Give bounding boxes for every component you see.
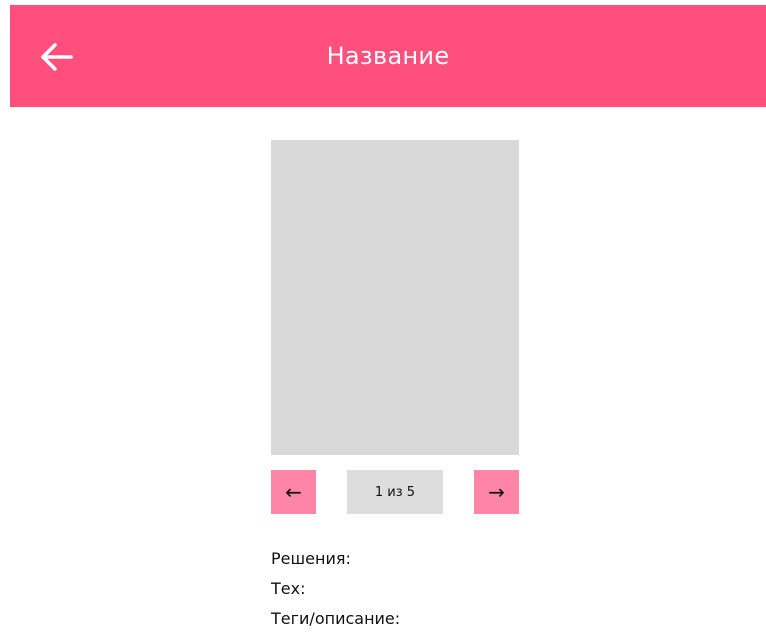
app-header: Название [10, 5, 766, 107]
image-placeholder [271, 140, 519, 455]
image-pager: ← 1 из 5 → [271, 470, 519, 514]
page-title: Название [326, 42, 450, 70]
tags-description-label: Теги/описание: [271, 609, 401, 628]
page-indicator: 1 из 5 [347, 470, 443, 514]
previous-image-button[interactable]: ← [271, 470, 316, 514]
solutions-label: Решения: [271, 549, 351, 568]
details-section: Решения: Тех: Теги/описание: [271, 544, 701, 634]
tech-label: Тех: [271, 579, 306, 598]
next-image-button[interactable]: → [474, 470, 519, 514]
